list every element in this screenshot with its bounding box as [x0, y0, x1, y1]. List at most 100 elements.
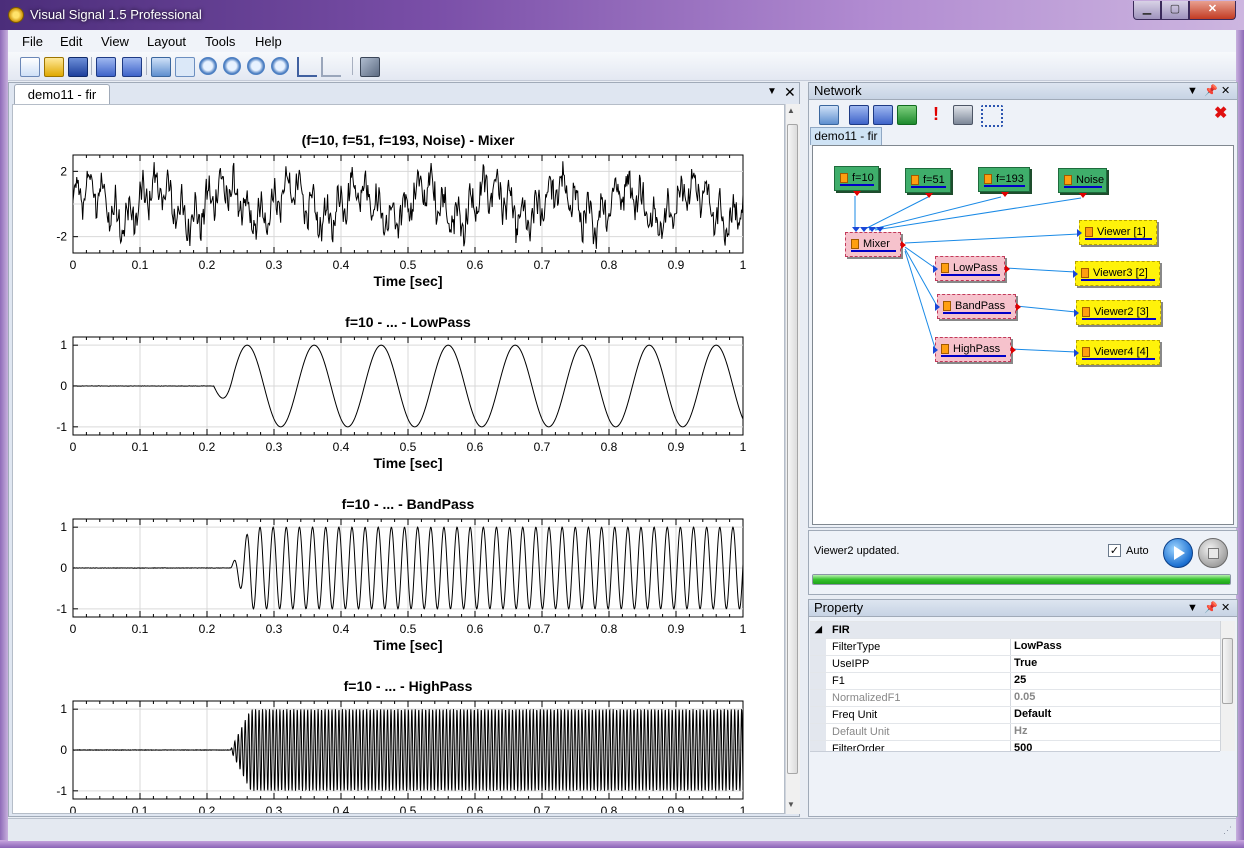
add-node-icon[interactable] [819, 105, 839, 125]
node-viewer-1[interactable]: Viewer [1] [1077, 220, 1157, 245]
recycle-icon[interactable] [953, 105, 973, 125]
input-port-icon[interactable] [1074, 349, 1079, 357]
property-value[interactable]: True [1014, 657, 1037, 669]
home-icon[interactable] [151, 57, 171, 77]
collapse-icon[interactable]: ◢ [815, 624, 822, 635]
menu-tools[interactable]: Tools [205, 34, 235, 49]
save-all-icon[interactable] [122, 57, 142, 77]
axis-y-scale-icon[interactable] [321, 57, 341, 77]
copy-node-icon[interactable] [849, 105, 869, 125]
output-port-icon[interactable] [1011, 346, 1016, 354]
output-port-icon[interactable] [925, 193, 933, 198]
input-port-icon[interactable] [1077, 229, 1082, 237]
close-icon[interactable]: ✕ [1221, 83, 1230, 99]
property-row[interactable]: FilterOrder 500 [810, 740, 1220, 751]
property-value[interactable]: Hz [1014, 725, 1027, 737]
output-port-icon[interactable] [1005, 265, 1010, 273]
input-port-icon[interactable] [860, 227, 868, 232]
property-row[interactable]: Freq Unit Default [810, 706, 1220, 724]
property-row[interactable]: FilterType LowPass [810, 638, 1220, 656]
node-viewer-2[interactable]: Viewer2 [3] [1074, 300, 1161, 325]
maximize-button[interactable]: ▢ [1161, 1, 1189, 20]
excel-export-icon[interactable] [897, 105, 917, 125]
input-port-icon[interactable] [1073, 270, 1078, 278]
document-tab[interactable]: demo11 - fir [14, 84, 110, 104]
output-port-icon[interactable] [1001, 192, 1009, 197]
scroll-up-icon[interactable]: ▲ [787, 106, 795, 115]
chevron-down-icon[interactable]: ▼ [1187, 83, 1198, 99]
node-filter-highpass[interactable]: HighPass [933, 337, 1016, 362]
axis-x-scale-icon[interactable] [297, 57, 317, 77]
menu-layout[interactable]: Layout [147, 34, 186, 49]
app-icon[interactable] [8, 7, 24, 23]
input-port-icon[interactable] [1074, 309, 1079, 317]
pin-icon[interactable]: 📌 [1204, 600, 1218, 616]
node-source-f10[interactable]: f=10 [834, 166, 879, 196]
property-value[interactable]: 500 [1014, 742, 1032, 751]
property-row[interactable]: F1 25 [810, 672, 1220, 690]
property-category[interactable]: ◢ FIR [810, 621, 1220, 638]
node-source-f193[interactable]: f=193 [978, 167, 1030, 197]
menu-help[interactable]: Help [255, 34, 282, 49]
delete-icon[interactable]: ✖ [1214, 105, 1232, 123]
property-value[interactable]: 0.05 [1014, 691, 1035, 703]
node-viewer-4[interactable]: Viewer4 [4] [1074, 340, 1160, 365]
property-row[interactable]: Default Unit Hz [810, 723, 1220, 741]
minimize-button[interactable]: ▁ [1133, 1, 1161, 20]
stop-button[interactable] [1198, 538, 1228, 568]
node-filter-lowpass[interactable]: LowPass [933, 256, 1010, 281]
build-icon[interactable] [96, 57, 116, 77]
scroll-down-icon[interactable]: ▼ [787, 800, 795, 809]
tools-icon[interactable] [360, 57, 380, 77]
input-port-icon[interactable] [933, 346, 938, 354]
property-row[interactable]: UseIPP True [810, 655, 1220, 673]
menu-edit[interactable]: Edit [60, 34, 82, 49]
signal-node-icon[interactable] [873, 105, 893, 125]
scrollbar-thumb[interactable] [1222, 638, 1233, 704]
output-port-icon[interactable] [1016, 303, 1021, 311]
save-icon[interactable] [68, 57, 88, 77]
close-icon[interactable]: ✕ [1221, 600, 1230, 616]
close-icon[interactable]: ✕ [784, 84, 796, 101]
node-filter-bandpass[interactable]: BandPass [935, 294, 1021, 319]
input-port-icon[interactable] [935, 303, 940, 311]
node-mixer[interactable]: Mixer [845, 227, 906, 257]
pin-icon[interactable]: 📌 [1204, 83, 1218, 99]
network-tab[interactable]: demo11 - fir [810, 127, 882, 145]
zoom-tool-icon[interactable] [175, 57, 195, 77]
menu-file[interactable]: File [22, 34, 43, 49]
new-file-icon[interactable] [20, 57, 40, 77]
pan-icon[interactable] [271, 57, 289, 75]
auto-checkbox[interactable]: ✓ [1108, 544, 1121, 557]
node-viewer-3[interactable]: Viewer3 [2] [1073, 261, 1160, 286]
x-tick-label: 0.2 [199, 258, 216, 272]
input-port-icon[interactable] [876, 227, 884, 232]
zoom-out-icon[interactable] [247, 57, 265, 75]
chevron-down-icon[interactable]: ▼ [767, 86, 777, 97]
property-value[interactable]: 25 [1014, 674, 1026, 686]
zoom-in-icon[interactable] [199, 57, 217, 75]
output-port-icon[interactable] [901, 241, 906, 249]
menu-view[interactable]: View [101, 34, 129, 49]
network-canvas[interactable]: f=10 f=51 f=193 Noise Mixer LowPass Band… [812, 145, 1234, 525]
property-value[interactable]: Default [1014, 708, 1051, 720]
input-port-icon[interactable] [868, 227, 876, 232]
x-tick-label: 0.8 [601, 440, 618, 454]
play-button[interactable] [1163, 538, 1193, 568]
input-port-icon[interactable] [852, 227, 860, 232]
open-folder-icon[interactable] [44, 57, 64, 77]
chevron-down-icon[interactable]: ▼ [1187, 600, 1198, 616]
close-window-button[interactable]: ✕ [1189, 1, 1236, 20]
output-port-icon[interactable] [853, 191, 861, 196]
select-area-icon[interactable] [981, 105, 1003, 127]
node-source-f51[interactable]: f=51 [905, 168, 951, 198]
property-row[interactable]: NormalizedF1 0.05 [810, 689, 1220, 707]
output-port-icon[interactable] [1079, 193, 1087, 198]
property-value[interactable]: LowPass [1014, 640, 1062, 652]
node-source-noise[interactable]: Noise [1058, 168, 1107, 198]
scrollbar-thumb[interactable] [787, 124, 798, 774]
input-port-icon[interactable] [933, 265, 938, 273]
zoom-fit-icon[interactable] [223, 57, 241, 75]
alert-icon[interactable]: ! [933, 105, 941, 123]
resize-grip-icon[interactable]: ⋰ [1223, 825, 1232, 836]
